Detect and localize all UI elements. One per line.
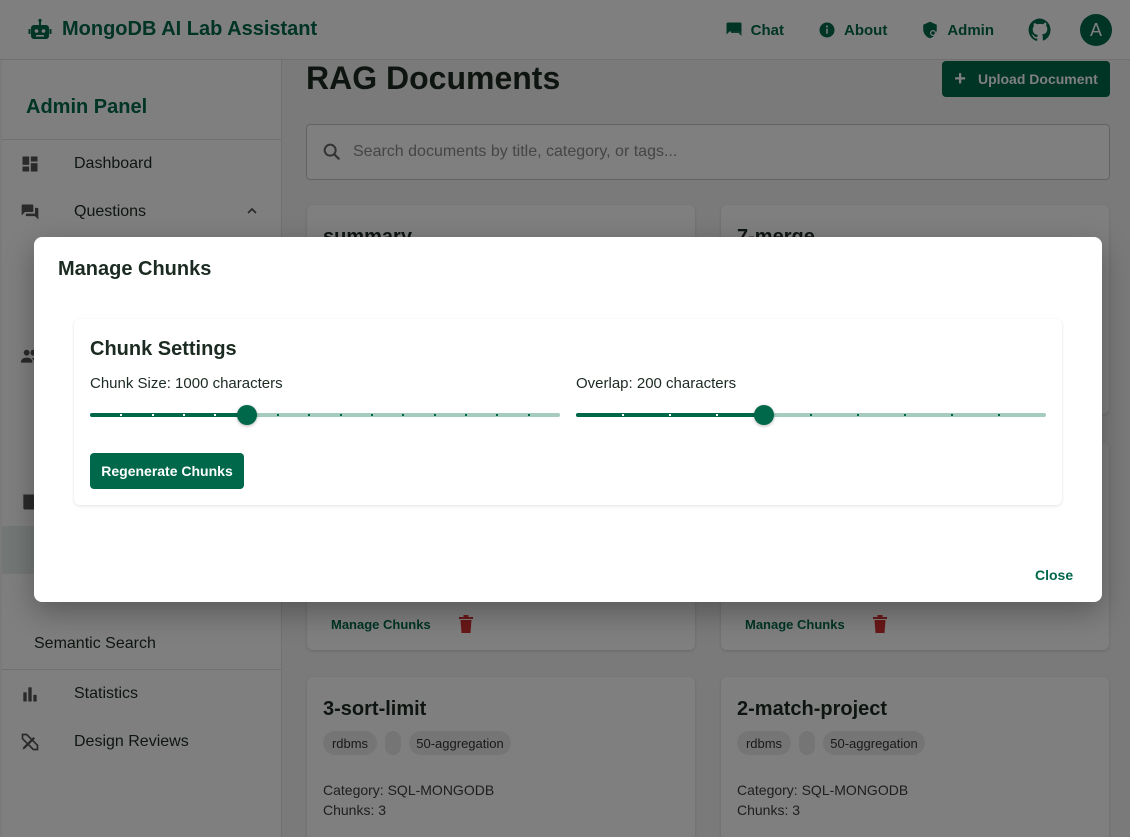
slider-step-mark — [339, 414, 342, 416]
slider-step-mark — [527, 414, 530, 416]
slider-step-mark — [402, 414, 405, 416]
slider-step-mark — [214, 414, 217, 416]
slider-step-mark — [433, 414, 436, 416]
slider-step-mark — [308, 414, 311, 416]
slider-step-mark — [951, 414, 953, 416]
slider-thumb[interactable] — [236, 405, 257, 425]
slider-step-mark — [277, 414, 279, 416]
overlap-slider[interactable] — [576, 405, 1046, 425]
slider-track — [90, 413, 247, 417]
slider-step-mark — [371, 414, 373, 416]
chunk-size-label: Chunk Size: 1000 characters — [90, 375, 283, 392]
regenerate-chunks-button[interactable]: Regenerate Chunks — [90, 453, 244, 489]
slider-step-mark — [151, 414, 154, 416]
slider-step-mark — [496, 414, 499, 416]
slider-step-mark — [465, 414, 467, 416]
chunk-settings-title: Chunk Settings — [90, 338, 237, 360]
slider-step-mark — [120, 414, 123, 416]
chunk-size-slider[interactable] — [90, 405, 560, 425]
slider-step-mark — [857, 414, 859, 416]
close-button[interactable]: Close — [1035, 567, 1073, 583]
slider-thumb[interactable] — [754, 405, 774, 425]
slider-step-mark — [183, 414, 185, 416]
slider-step-mark — [810, 414, 812, 416]
slider-step-mark — [669, 414, 671, 416]
manage-chunks-dialog: Manage Chunks Chunk Settings Chunk Size:… — [34, 237, 1102, 602]
overlap-label: Overlap: 200 characters — [576, 375, 737, 392]
dialog-title: Manage Chunks — [58, 258, 212, 280]
slider-step-mark — [998, 414, 1000, 416]
slider-step-mark — [622, 414, 624, 416]
slider-step-mark — [904, 414, 906, 416]
slider-step-mark — [716, 414, 718, 416]
chunk-settings-panel: Chunk Settings Chunk Size: 1000 characte… — [74, 319, 1062, 505]
